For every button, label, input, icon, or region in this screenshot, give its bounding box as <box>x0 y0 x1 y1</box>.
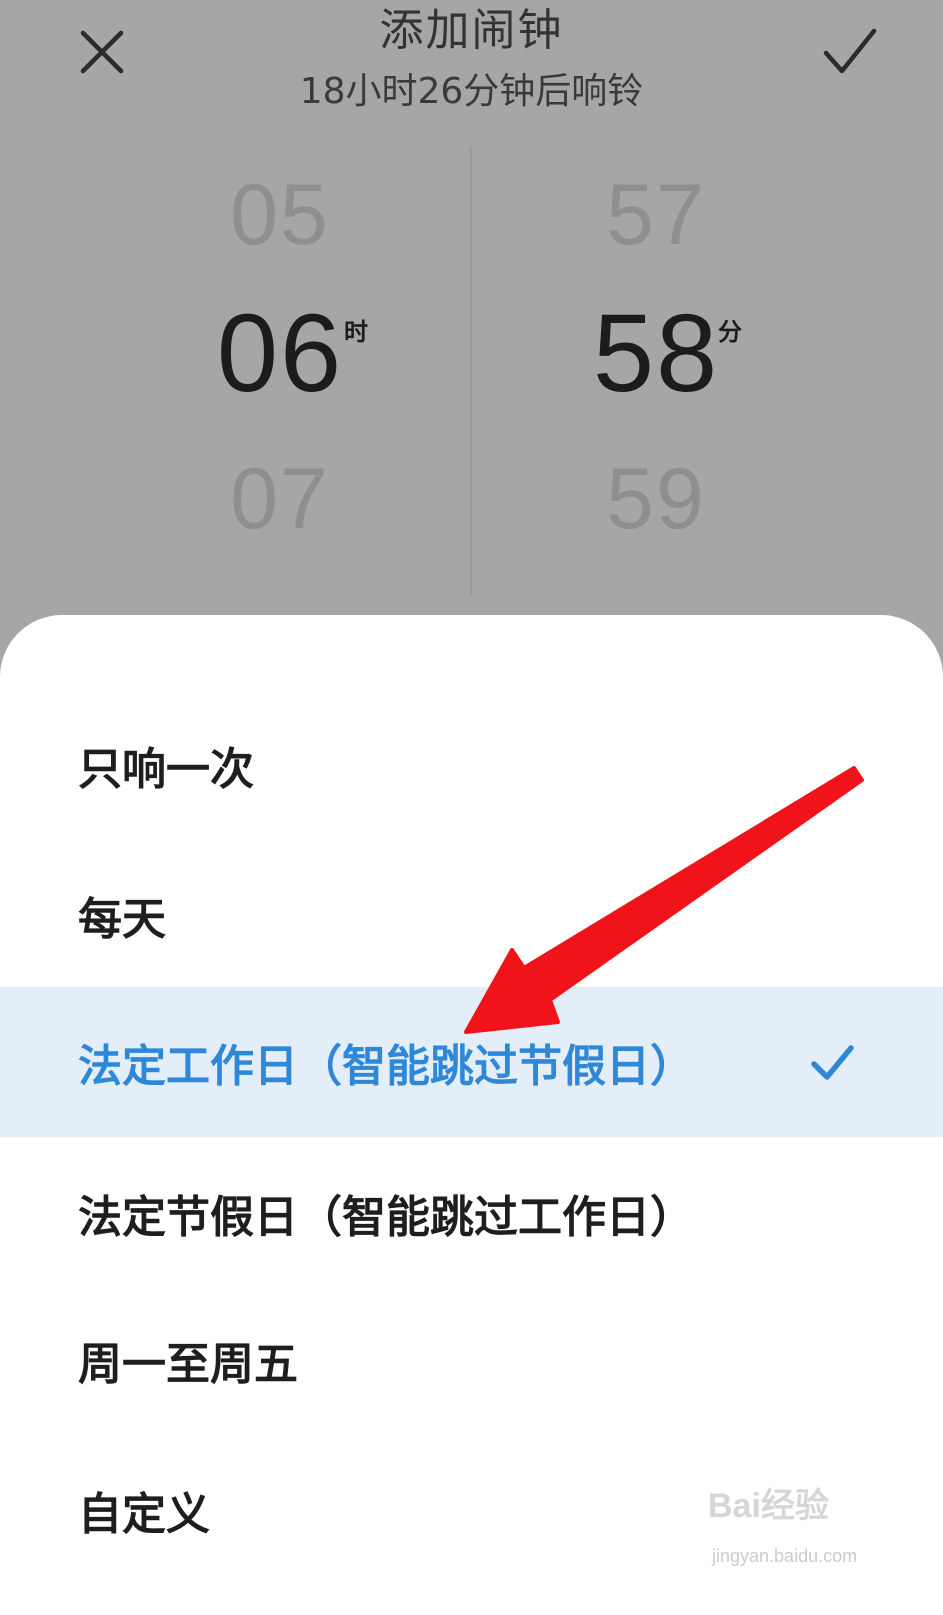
check-icon <box>823 28 877 74</box>
hour-next-value[interactable]: 07 <box>130 450 430 549</box>
repeat-option-holidays[interactable]: 法定节假日（智能跳过工作日） <box>0 1138 943 1288</box>
hour-selected-value[interactable]: 06 <box>130 290 430 417</box>
minute-wheel[interactable]: 57 58 分 59 <box>506 140 806 600</box>
selected-check-icon <box>811 1045 854 1080</box>
baidu-jingyan-watermark: Bai经验 jingyan.baidu.com <box>700 1468 930 1588</box>
minute-prev-value[interactable]: 57 <box>506 166 806 265</box>
page-title: 添加闹钟 <box>379 5 564 56</box>
repeat-option-daily[interactable]: 每天 <box>0 840 943 990</box>
repeat-option-weekdays[interactable]: 周一至周五 <box>0 1285 943 1435</box>
watermark-logo-text: Bai经验 <box>708 1487 829 1525</box>
repeat-option-label: 周一至周五 <box>78 1339 298 1390</box>
confirm-button[interactable] <box>812 14 888 90</box>
minute-unit-label: 分 <box>718 318 742 346</box>
time-picker: 05 06 时 07 57 58 分 59 <box>0 140 943 600</box>
repeat-option-workdays[interactable]: 法定工作日（智能跳过节假日） <box>0 987 943 1137</box>
minute-next-value[interactable]: 59 <box>506 450 806 549</box>
watermark-url-text: jingyan.baidu.com <box>712 1546 858 1566</box>
ring-countdown-text: 18小时26分钟后响铃 <box>299 71 644 112</box>
repeat-option-label: 法定节假日（智能跳过工作日） <box>78 1192 694 1243</box>
top-bar: 添加闹钟 18小时26分钟后响铃 <box>0 0 943 130</box>
hour-unit-label: 时 <box>344 318 368 346</box>
repeat-option-label: 自定义 <box>78 1489 210 1540</box>
picker-divider <box>470 146 472 596</box>
repeat-options-sheet: 只响一次 每天 法定工作日（智能跳过节假日） 法定节假日（智能跳过工作日） 周一… <box>0 615 943 1615</box>
repeat-option-label: 只响一次 <box>78 744 254 795</box>
minute-selected-value[interactable]: 58 <box>506 290 806 417</box>
repeat-option-label: 每天 <box>78 894 166 945</box>
repeat-option-once[interactable]: 只响一次 <box>0 690 943 840</box>
repeat-option-label: 法定工作日（智能跳过节假日） <box>78 1041 694 1092</box>
hour-wheel[interactable]: 05 06 时 07 <box>130 140 430 600</box>
hour-prev-value[interactable]: 05 <box>130 166 430 265</box>
